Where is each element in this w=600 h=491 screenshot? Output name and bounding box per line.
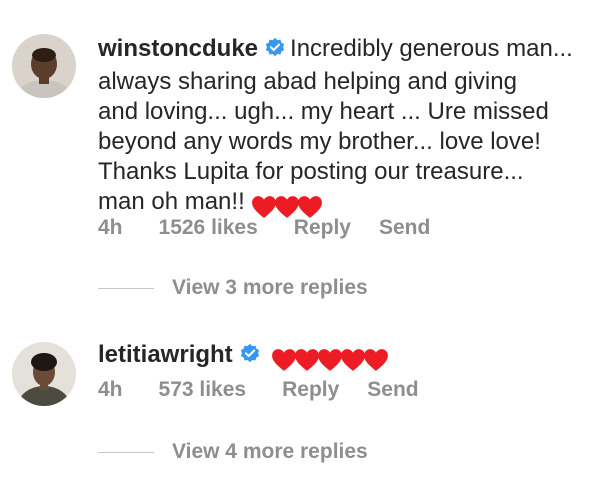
comment-text: winstoncduke Incredibly generous man... a…	[98, 34, 582, 221]
view-replies-button[interactable]: View 4 more replies	[98, 440, 368, 464]
send-button[interactable]: Send	[379, 216, 430, 240]
comment-line: beyond any words my brother... love love…	[98, 128, 541, 155]
comment-text: letitiawright	[98, 340, 582, 374]
view-replies-label: View 3 more replies	[172, 276, 368, 299]
comment-meta: 4h 1526 likes Reply Send	[98, 216, 430, 240]
comment-line: man oh man!!	[98, 188, 245, 215]
hearts-emoji	[271, 344, 389, 374]
verified-badge-icon	[264, 37, 286, 67]
send-button[interactable]: Send	[367, 378, 418, 402]
divider	[98, 451, 154, 453]
view-replies-label: View 4 more replies	[172, 440, 368, 463]
avatar[interactable]	[12, 342, 76, 406]
likes-count[interactable]: 1526 likes	[159, 216, 258, 240]
reply-button[interactable]: Reply	[294, 216, 351, 240]
comment-line: always sharing abad helping and giving	[98, 68, 517, 95]
avatar[interactable]	[12, 34, 76, 98]
verified-badge-icon	[239, 343, 261, 373]
reply-button[interactable]: Reply	[282, 378, 339, 402]
timestamp: 4h	[98, 216, 123, 239]
comment-winstoncduke: winstoncduke Incredibly generous man... a…	[0, 0, 600, 320]
likes-count[interactable]: 573 likes	[159, 378, 247, 402]
comment-line: Incredibly generous man...	[290, 35, 573, 62]
comment-line: and loving... ugh... my heart ... Ure mi…	[98, 98, 549, 125]
timestamp: 4h	[98, 378, 123, 401]
comment-meta: 4h 573 likes Reply Send	[98, 378, 419, 402]
view-replies-button[interactable]: View 3 more replies	[98, 276, 368, 300]
heart-icon	[364, 348, 389, 371]
username[interactable]: winstoncduke	[98, 35, 258, 62]
divider	[98, 287, 154, 289]
username[interactable]: letitiawright	[98, 341, 233, 368]
comment-letitiawright: letitiawright 4h 573 likes Reply Send Vi…	[0, 320, 600, 491]
comment-line: Thanks Lupita for posting our treasure..…	[98, 158, 524, 185]
